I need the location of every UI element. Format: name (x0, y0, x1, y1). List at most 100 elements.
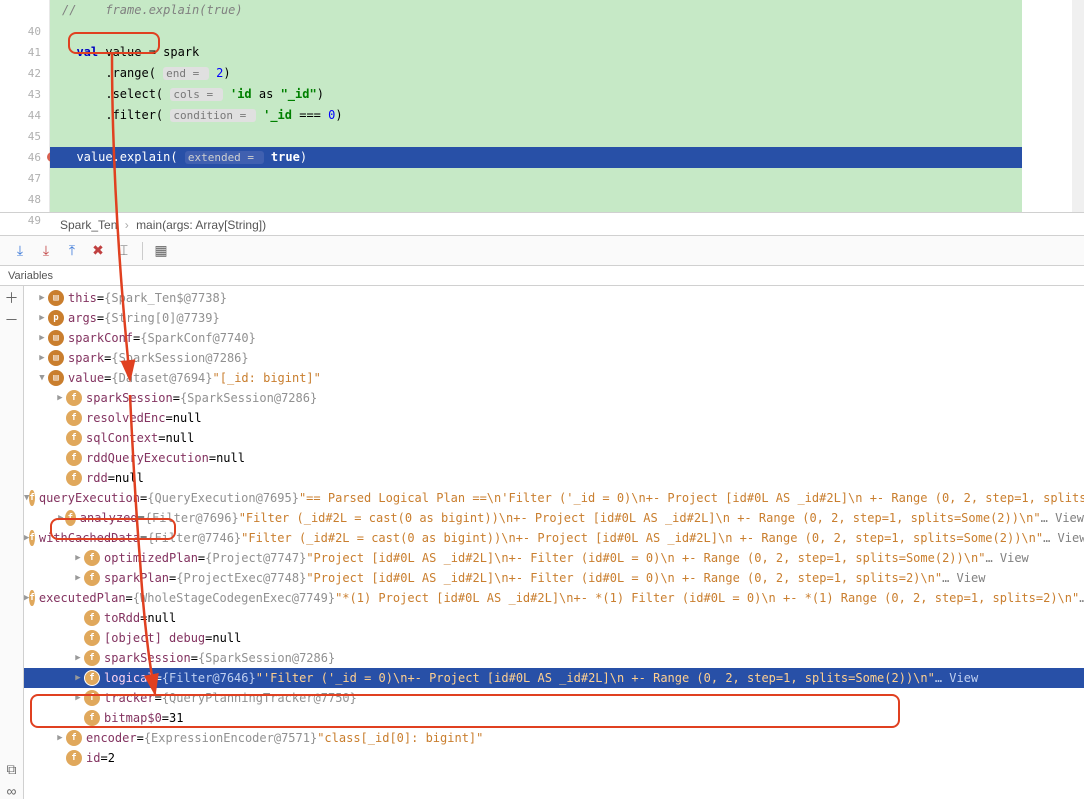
expand-icon[interactable] (54, 388, 66, 408)
field-badge: f (29, 530, 34, 546)
field-badge: f (84, 630, 100, 646)
code-editor: 40 41 42 43 44 45 46 47 48 49 // frame.e… (0, 0, 1084, 212)
current-execution-line: value.explain( extended = true) (50, 147, 1084, 168)
field-badge: f (66, 750, 82, 766)
var-row-tordd[interactable]: ftoRdd = null (24, 608, 1084, 628)
var-row-value[interactable]: ▤value = {Dataset@7694} "[_id: bigint]" (24, 368, 1084, 388)
field-badge: f (66, 390, 82, 406)
var-row-rdd[interactable]: frdd = null (24, 468, 1084, 488)
field-badge: f (66, 470, 82, 486)
field-badge: f (29, 490, 34, 506)
var-row-debug[interactable]: f[object] debug = null (24, 628, 1084, 648)
download-icon[interactable]: ⤓ (12, 243, 28, 259)
var-row-analyzed[interactable]: fanalyzed = {Filter@7696} "Filter (_id#2… (24, 508, 1084, 528)
line-number: 44 (0, 105, 41, 126)
var-row-queryexecution[interactable]: fqueryExecution = {QueryExecution@7695} … (24, 488, 1084, 508)
field-badge: f (84, 690, 100, 706)
variables-tab[interactable]: Variables (0, 266, 1084, 286)
variables-tree[interactable]: ▤this = {Spark_Ten$@7738} pargs = {Strin… (24, 286, 1084, 799)
var-row-sparksession2[interactable]: fsparkSession = {SparkSession@7286} (24, 648, 1084, 668)
view-link[interactable]: … View (985, 548, 1028, 568)
object-badge: ▤ (48, 290, 64, 306)
separator (142, 242, 143, 260)
expand-icon[interactable] (72, 668, 84, 688)
field-badge: f (66, 450, 82, 466)
plus-icon[interactable]: ＋ (4, 290, 20, 306)
expand-icon[interactable] (36, 308, 48, 328)
var-row-bitmap[interactable]: fbitmap$0 = 31 (24, 708, 1084, 728)
object-badge: ▤ (48, 350, 64, 366)
view-link[interactable]: … View (1079, 588, 1084, 608)
line-number: 42 (0, 63, 41, 84)
line-number: 41 (0, 42, 41, 63)
var-row-sparkplan[interactable]: fsparkPlan = {ProjectExec@7748} "Project… (24, 568, 1084, 588)
var-row-spark[interactable]: ▤spark = {SparkSession@7286} (24, 348, 1084, 368)
var-row-sparkconf[interactable]: ▤sparkConf = {SparkConf@7740} (24, 328, 1084, 348)
field-badge: f (66, 430, 82, 446)
editor-gutter: 40 41 42 43 44 45 46 47 48 49 (0, 0, 50, 212)
line-number: 47 (0, 168, 41, 189)
code-content[interactable]: // frame.explain(true) val value = spark… (50, 0, 1084, 212)
field-badge: f (84, 570, 100, 586)
view-link[interactable]: … View (935, 668, 978, 688)
var-row-sparksession[interactable]: fsparkSession = {SparkSession@7286} (24, 388, 1084, 408)
var-row-rddqueryexecution[interactable]: frddQueryExecution = null (24, 448, 1084, 468)
line-number: 49 (0, 210, 41, 231)
copy-icon[interactable]: ⧉ (4, 761, 20, 777)
view-link[interactable]: … View (1041, 508, 1084, 528)
field-badge: f (84, 610, 100, 626)
expand-icon[interactable] (72, 688, 84, 708)
line-number: 43 (0, 84, 41, 105)
field-badge: f (66, 410, 82, 426)
var-row-optimizedplan[interactable]: foptimizedPlan = {Project@7747} "Project… (24, 548, 1084, 568)
var-row-tracker[interactable]: ftracker = {QueryPlanningTracker@7750} (24, 688, 1084, 708)
debug-toolbar: ⤓ ⤓ ⤒ ✖ ⌶ ▦ (0, 236, 1084, 266)
table-icon[interactable]: ▦ (153, 243, 169, 259)
expand-icon[interactable] (54, 728, 66, 748)
field-badge: f (65, 510, 76, 526)
field-badge: f (84, 550, 100, 566)
field-badge: f (29, 590, 34, 606)
var-row-executedplan[interactable]: fexecutedPlan = {WholeStageCodegenExec@7… (24, 588, 1084, 608)
field-badge: f (66, 730, 82, 746)
view-link[interactable]: … View (942, 568, 985, 588)
view-link[interactable]: … View (1043, 528, 1084, 548)
code-comment: // frame.explain(true) (62, 3, 243, 17)
editor-scrollbar[interactable] (1072, 0, 1084, 212)
param-badge: p (48, 310, 64, 326)
line-number: 40 (0, 21, 41, 42)
var-row-this[interactable]: ▤this = {Spark_Ten$@7738} (24, 288, 1084, 308)
line-number: 46 (0, 147, 41, 168)
expand-icon[interactable] (57, 508, 65, 528)
object-badge: ▤ (48, 330, 64, 346)
minus-icon[interactable]: － (4, 312, 20, 328)
field-badge: f (84, 650, 100, 666)
expand-icon[interactable] (72, 648, 84, 668)
line-number: 48 (0, 189, 41, 210)
expand-icon[interactable] (36, 348, 48, 368)
cursor-icon[interactable]: ⌶ (116, 243, 132, 259)
line-number: 45 (0, 126, 41, 147)
upload-icon[interactable]: ⤒ (64, 243, 80, 259)
field-badge: f (84, 710, 100, 726)
var-row-resolvedenc[interactable]: fresolvedEnc = null (24, 408, 1084, 428)
object-badge: ▤ (48, 370, 64, 386)
var-row-id[interactable]: fid = 2 (24, 748, 1084, 768)
expand-icon[interactable] (36, 328, 48, 348)
line-number (0, 0, 41, 21)
debug-panel: ＋ － ⧉ ∞ ▤this = {Spark_Ten$@7738} pargs … (0, 286, 1084, 799)
expand-icon[interactable] (72, 548, 84, 568)
var-row-encoder[interactable]: fencoder = {ExpressionEncoder@7571} "cla… (24, 728, 1084, 748)
expand-icon[interactable] (36, 288, 48, 308)
var-row-logical[interactable]: flogical = {Filter@7646} "'Filter ('_id … (24, 668, 1084, 688)
download-red-icon[interactable]: ⤓ (38, 243, 54, 259)
expand-icon[interactable] (72, 568, 84, 588)
field-badge: f (84, 670, 100, 686)
side-toolbar: ＋ － ⧉ ∞ (0, 286, 24, 799)
var-row-args[interactable]: pargs = {String[0]@7739} (24, 308, 1084, 328)
var-row-sqlcontext[interactable]: fsqlContext = null (24, 428, 1084, 448)
collapse-icon[interactable] (36, 368, 48, 388)
cancel-icon[interactable]: ✖ (90, 243, 106, 259)
link-icon[interactable]: ∞ (4, 783, 20, 799)
var-row-withcacheddata[interactable]: fwithCachedData = {Filter@7746} "Filter … (24, 528, 1084, 548)
